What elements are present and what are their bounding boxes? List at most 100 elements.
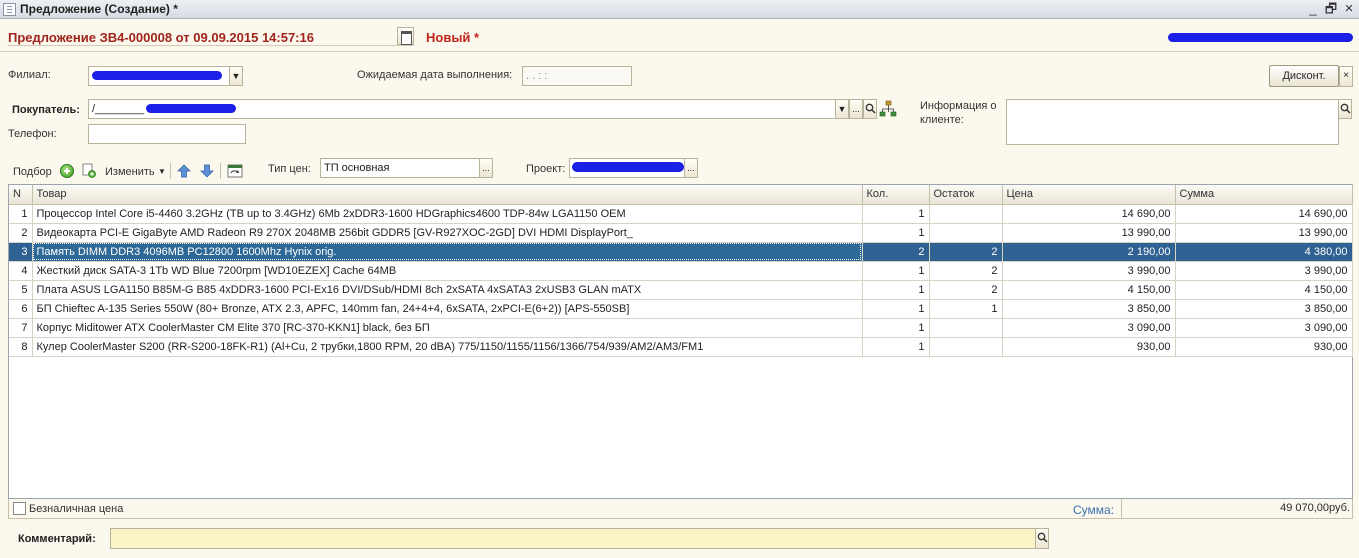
buyer-hierarchy-icon[interactable] [879, 99, 897, 119]
table-row[interactable]: 4 Жесткий диск SATA-3 1Tb WD Blue 7200rpm… [9, 261, 1353, 281]
cell-qty[interactable]: 1 [862, 223, 930, 243]
cell-sum[interactable]: 13 990,00 [1175, 223, 1353, 243]
table-row[interactable]: 5 Плата ASUS LGA1150 B85M-G B85 4xDDR3-16… [9, 280, 1353, 300]
comment-field[interactable] [110, 528, 1036, 549]
cell-product[interactable]: Память DIMM DDR3 4096MB PC12800 1600Mhz … [32, 242, 863, 262]
expected-date-field[interactable]: . . : : [522, 66, 632, 86]
total-sum-label: Сумма: [1073, 503, 1115, 517]
minimize-button[interactable]: _ [1305, 1, 1321, 17]
cell-stock[interactable] [929, 204, 1003, 224]
phone-field[interactable] [88, 124, 246, 144]
cell-product[interactable]: Видеокарта PCI-E GigaByte AMD Radeon R9 … [32, 223, 863, 243]
move-down-icon[interactable] [200, 163, 214, 179]
cell-product[interactable]: Жесткий диск SATA-3 1Tb WD Blue 7200rpm … [32, 261, 863, 281]
cell-price[interactable]: 14 690,00 [1002, 204, 1176, 224]
cell-n[interactable]: 8 [9, 337, 33, 357]
restore-button[interactable]: 🗗 [1323, 1, 1339, 17]
cell-price[interactable]: 13 990,00 [1002, 223, 1176, 243]
column-header-price[interactable]: Цена [1002, 185, 1176, 205]
expected-date-label: Ожидаемая дата выполнения: [357, 69, 513, 81]
branch-dropdown-button[interactable]: ▼ [229, 66, 243, 86]
discount-close-icon[interactable]: × [1339, 66, 1353, 87]
cell-stock[interactable] [929, 337, 1003, 357]
cell-product[interactable]: БП Chieftec A-135 Series 550W (80+ Bronz… [32, 299, 863, 319]
cell-qty[interactable]: 1 [862, 280, 930, 300]
cell-n[interactable]: 1 [9, 204, 33, 224]
client-info-field[interactable] [1006, 99, 1339, 145]
project-select-button[interactable]: ... [684, 158, 698, 178]
cell-product[interactable]: Корпус Miditower ATX CoolerMaster CM Eli… [32, 318, 863, 338]
cell-sum[interactable]: 3 990,00 [1175, 261, 1353, 281]
close-button[interactable]: × [1341, 1, 1357, 17]
cell-sum[interactable]: 4 380,00 [1175, 242, 1353, 262]
cell-qty[interactable]: 1 [862, 299, 930, 319]
table-row[interactable]: 1 Процессор Intel Core i5-4460 3.2GHz (TB… [9, 204, 1353, 224]
cell-price[interactable]: 930,00 [1002, 337, 1176, 357]
move-up-icon[interactable] [177, 163, 191, 179]
table-row[interactable]: 3 Память DIMM DDR3 4096MB PC12800 1600Mhz… [9, 242, 1353, 262]
cell-qty[interactable]: 1 [862, 318, 930, 338]
cell-n[interactable]: 2 [9, 223, 33, 243]
cell-price[interactable]: 3 090,00 [1002, 318, 1176, 338]
cell-qty[interactable]: 2 [862, 242, 930, 262]
cell-n[interactable]: 4 [9, 261, 33, 281]
cell-sum[interactable]: 3 850,00 [1175, 299, 1353, 319]
cell-qty[interactable]: 1 [862, 261, 930, 281]
table-row[interactable]: 8 Кулер CoolerMaster S200 (RR-S200-18FK-R… [9, 337, 1353, 357]
client-info-search-icon[interactable] [1338, 99, 1352, 119]
total-sum-value: 49 070,00руб. [1121, 499, 1353, 519]
cell-n[interactable]: 7 [9, 318, 33, 338]
cell-stock[interactable]: 1 [929, 299, 1003, 319]
cashless-checkbox[interactable] [13, 502, 26, 515]
cell-price[interactable]: 2 190,00 [1002, 242, 1176, 262]
cell-sum[interactable]: 14 690,00 [1175, 204, 1353, 224]
products-table[interactable]: N Товар Кол. Остаток Цена Сумма 1 Процесс… [8, 184, 1353, 499]
buyer-select-button[interactable]: ... [849, 99, 863, 119]
add-icon[interactable] [60, 164, 74, 178]
cell-stock[interactable]: 2 [929, 280, 1003, 300]
comment-label: Комментарий: [18, 533, 96, 545]
cell-stock[interactable] [929, 223, 1003, 243]
calendar-icon[interactable] [397, 27, 414, 45]
price-type-label: Тип цен: [268, 163, 311, 175]
price-type-select-button[interactable]: ... [479, 158, 493, 178]
price-type-field[interactable]: ТП основная [320, 158, 480, 178]
document-status: Новый * [426, 30, 480, 45]
cell-product[interactable]: Процессор Intel Core i5-4460 3.2GHz (TB … [32, 204, 863, 224]
cell-n[interactable]: 3 [9, 242, 33, 262]
column-header-n[interactable]: N [9, 185, 33, 205]
pick-button[interactable]: Подбор [13, 166, 52, 178]
refresh-icon[interactable] [227, 163, 243, 179]
cell-sum[interactable]: 3 090,00 [1175, 318, 1353, 338]
cell-stock[interactable]: 2 [929, 242, 1003, 262]
window-titlebar: Предложение (Создание) * _ 🗗 × [0, 0, 1359, 19]
discount-button[interactable]: Дисконт. [1269, 65, 1339, 87]
cell-n[interactable]: 6 [9, 299, 33, 319]
table-row[interactable]: 6 БП Chieftec A-135 Series 550W (80+ Bron… [9, 299, 1353, 319]
buyer-dropdown-button[interactable]: ▼ [835, 99, 849, 119]
buyer-search-icon[interactable] [863, 99, 877, 119]
cell-stock[interactable] [929, 318, 1003, 338]
cell-price[interactable]: 3 850,00 [1002, 299, 1176, 319]
toolbar-separator-2 [220, 163, 221, 179]
cell-sum[interactable]: 4 150,00 [1175, 280, 1353, 300]
cell-qty[interactable]: 1 [862, 337, 930, 357]
cell-n[interactable]: 5 [9, 280, 33, 300]
comment-search-icon[interactable] [1035, 528, 1049, 549]
column-header-qty[interactable]: Кол. [862, 185, 930, 205]
cell-price[interactable]: 3 990,00 [1002, 261, 1176, 281]
table-row[interactable]: 2 Видеокарта PCI-E GigaByte AMD Radeon R9… [9, 223, 1353, 243]
cell-sum[interactable]: 930,00 [1175, 337, 1353, 357]
cell-qty[interactable]: 1 [862, 204, 930, 224]
column-header-sum[interactable]: Сумма [1175, 185, 1353, 205]
column-header-stock[interactable]: Остаток [929, 185, 1003, 205]
edit-dropdown-icon[interactable]: ▼ [158, 167, 166, 176]
cell-product[interactable]: Кулер CoolerMaster S200 (RR-S200-18FK-R1… [32, 337, 863, 357]
column-header-product[interactable]: Товар [32, 185, 863, 205]
cell-product[interactable]: Плата ASUS LGA1150 B85M-G B85 4xDDR3-160… [32, 280, 863, 300]
copy-add-icon[interactable] [82, 163, 96, 179]
edit-button[interactable]: Изменить [105, 166, 155, 178]
cell-stock[interactable]: 2 [929, 261, 1003, 281]
table-row[interactable]: 7 Корпус Miditower ATX CoolerMaster CM El… [9, 318, 1353, 338]
cell-price[interactable]: 4 150,00 [1002, 280, 1176, 300]
